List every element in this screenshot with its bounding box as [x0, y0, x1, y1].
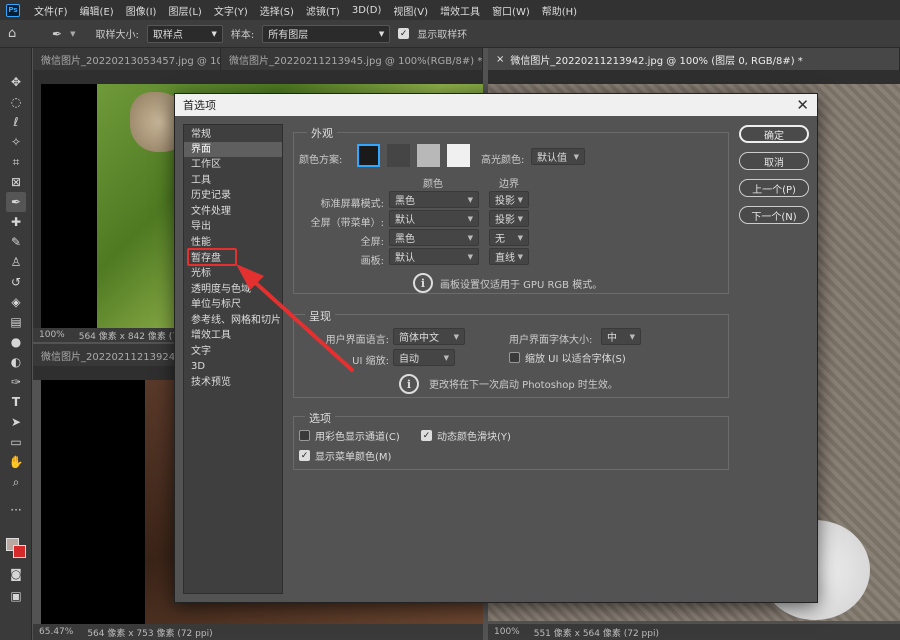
annotation-arrow	[236, 264, 354, 372]
arrow-shaft	[246, 274, 354, 372]
